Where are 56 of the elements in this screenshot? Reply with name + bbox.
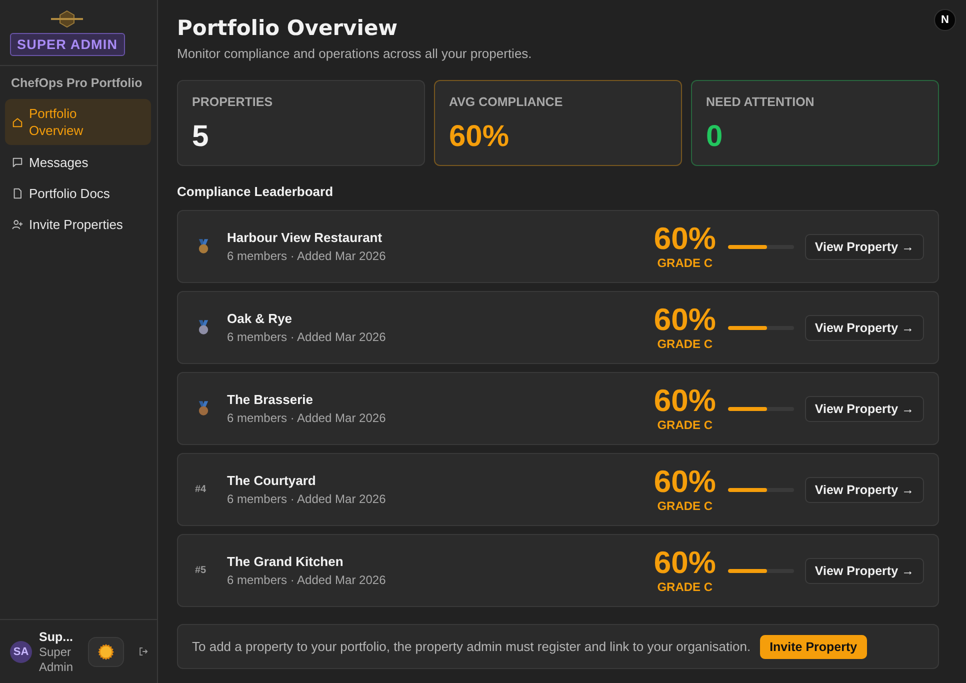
compliance-score: 60%: [654, 547, 716, 579]
user-name: Sup...: [39, 628, 74, 644]
property-name: The Brasserie: [227, 391, 313, 408]
property-name: The Courtyard: [227, 472, 316, 489]
stat-value: 60%: [449, 119, 510, 155]
rank-number: #4: [195, 484, 206, 496]
compliance-score: 60%: [654, 466, 716, 498]
sidebar-item[interactable]: Invite Properties: [5, 211, 151, 238]
dev-indicator-badge[interactable]: N: [934, 9, 956, 31]
logo-icon: [50, 10, 84, 28]
stat-label: NEED ATTENTION: [706, 94, 814, 110]
property-name: The Grand Kitchen: [227, 553, 344, 570]
compliance-score: 60%: [654, 385, 716, 417]
info-text: To add a property to your portfolio, the property admin must register and link to your organisation.: [192, 639, 751, 654]
view-property-button[interactable]: View Property →: [804, 396, 924, 422]
stat-label: AVG COMPLIANCE: [449, 94, 563, 110]
page-title: Portfolio Overview: [177, 15, 398, 42]
page-subtitle: Monitor compliance and operations across all your properties.: [177, 45, 532, 62]
message-icon: [12, 157, 23, 168]
section-heading: Compliance Leaderboard: [177, 184, 334, 200]
compliance-score: 60%: [654, 304, 716, 336]
property-details: 6 members · Added Mar 2026: [227, 572, 386, 588]
compliance-grade: GRADE C: [657, 580, 713, 594]
compliance-grade: GRADE C: [657, 418, 713, 432]
invite-property-button[interactable]: Invite Property: [760, 634, 868, 658]
compliance-grade: GRADE C: [657, 256, 713, 270]
add-user-icon: [12, 219, 23, 230]
property-details: 6 members · Added Mar 2026: [227, 491, 386, 507]
sidebar-item[interactable]: Portfolio Docs: [5, 180, 151, 207]
property-details: 6 members · Added Mar 2026: [227, 248, 386, 264]
compliance-score: 60%: [654, 223, 716, 255]
view-property-button[interactable]: View Property →: [804, 558, 924, 584]
compliance-grade: GRADE C: [657, 337, 713, 351]
sun-icon: [98, 644, 114, 660]
stat-value: 0: [706, 119, 723, 155]
user-role: Super Admin: [39, 644, 74, 674]
logout-icon[interactable]: [139, 647, 148, 656]
theme-toggle-button[interactable]: [88, 636, 124, 666]
view-property-button[interactable]: View Property →: [804, 314, 924, 340]
view-property-button[interactable]: View Property →: [804, 476, 924, 502]
property-details: 6 members · Added Mar 2026: [227, 410, 386, 426]
property-details: 6 members · Added Mar 2026: [227, 329, 386, 345]
user-avatar: SA: [10, 640, 32, 662]
sidebar-item[interactable]: Messages: [5, 149, 151, 176]
sidebar-item[interactable]: Portfolio Overview: [5, 99, 151, 145]
property-name: Harbour View Restaurant: [227, 229, 382, 246]
view-property-button[interactable]: View Property →: [804, 234, 924, 260]
rank-number: #5: [195, 564, 206, 576]
role-badge: SUPER ADMIN: [10, 33, 125, 56]
home-icon: [12, 116, 23, 128]
property-name: Oak & Rye: [227, 310, 292, 327]
stat-label: PROPERTIES: [192, 94, 273, 110]
document-icon: [12, 188, 23, 199]
compliance-grade: GRADE C: [657, 499, 713, 513]
section-title: ChefOps Pro Portfolio: [11, 75, 142, 91]
stat-value: 5: [192, 119, 209, 155]
